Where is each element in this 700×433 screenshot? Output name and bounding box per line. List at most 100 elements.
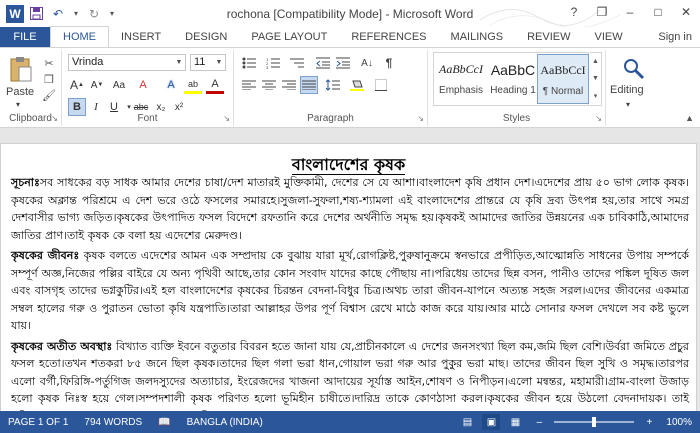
paragraph: সূচনাঃসব সাধকের বড় সাধক আমার দেশের চাষা…: [11, 174, 689, 244]
justify-icon[interactable]: [300, 76, 318, 94]
document-area: বাংলাদেশের কৃষক সূচনাঃসব সাধকের বড় সাধক…: [0, 129, 700, 411]
customize-qat-icon[interactable]: ▾: [106, 4, 118, 24]
tab-references[interactable]: REFERENCES: [339, 27, 438, 48]
paragraph-text: বিখ্যাত ব্যক্তি ইবনে বতুতার বিবরন হতে জা…: [11, 339, 689, 412]
section-lead: সূচনাঃ: [11, 176, 40, 189]
maximize-button[interactable]: □: [644, 0, 672, 24]
align-right-icon[interactable]: [280, 76, 298, 94]
tab-mailings[interactable]: MAILINGS: [439, 27, 516, 48]
read-mode-icon[interactable]: ▤: [458, 414, 476, 430]
format-painter-icon[interactable]: 🖌: [42, 88, 56, 102]
copy-icon[interactable]: ❐: [42, 72, 56, 86]
sign-in-link[interactable]: Sign in: [658, 31, 692, 43]
borders-icon[interactable]: [372, 76, 390, 94]
undo-dropdown-icon[interactable]: ▾: [70, 4, 82, 24]
paste-icon[interactable]: [9, 55, 33, 83]
style-name: Heading 1: [490, 85, 536, 96]
change-case-icon[interactable]: Aa: [110, 76, 128, 94]
shrink-font-icon[interactable]: A ▼: [88, 76, 106, 94]
shading-icon[interactable]: [348, 76, 366, 94]
clipboard-launcher-icon[interactable]: ↘: [51, 114, 58, 123]
zoom-out-button[interactable]: –: [530, 414, 548, 430]
multilevel-list-icon[interactable]: [288, 54, 306, 72]
font-group-label: Font: [137, 113, 158, 124]
style-preview: AaBbC: [490, 62, 536, 78]
tab-home[interactable]: HOME: [50, 26, 109, 48]
collapse-ribbon-icon[interactable]: ▲: [685, 113, 694, 123]
font-launcher-icon[interactable]: ↘: [223, 114, 230, 123]
help-button[interactable]: ?: [560, 0, 588, 24]
tab-view[interactable]: VIEW: [583, 27, 635, 48]
align-center-icon[interactable]: [260, 76, 278, 94]
style-name: ¶ Normal: [542, 86, 584, 97]
paragraph-text: সব সাধকের বড় সাধক আমার দেশের চাষা/দেশ ম…: [11, 176, 689, 242]
zoom-slider-knob[interactable]: [592, 417, 597, 427]
grow-font-icon[interactable]: A ▲: [68, 76, 86, 94]
font-size-combo[interactable]: 11 ▼: [190, 54, 226, 71]
font-size-value: 11: [194, 56, 206, 68]
ribbon-tabs: FILE HOME INSERT DESIGN PAGE LAYOUT REFE…: [0, 26, 700, 48]
clipboard-group: Paste ▾ ✂ ❐ 🖌 Clipboard ↘: [0, 50, 62, 126]
styles-launcher-icon[interactable]: ↘: [595, 114, 602, 123]
quick-access-toolbar: W ↶ ▾ ↻ ▾: [0, 4, 118, 24]
show-formatting-icon[interactable]: ¶: [380, 54, 398, 72]
zoom-in-button[interactable]: +: [640, 414, 658, 430]
zoom-level[interactable]: 100%: [664, 417, 694, 428]
increase-indent-icon[interactable]: [334, 54, 352, 72]
text-effects-icon[interactable]: A: [162, 76, 180, 94]
language[interactable]: BANGLA (INDIA): [179, 417, 271, 428]
paragraph: কৃষকের অতীত অবস্থাঃ বিখ্যাত ব্যক্তি ইবনে…: [11, 338, 689, 412]
style-normal[interactable]: AaBbCcI ¶ Normal: [537, 54, 589, 104]
ribbon-display-options-button[interactable]: ❐: [588, 0, 616, 24]
align-left-icon[interactable]: [240, 76, 258, 94]
paste-dropdown-icon[interactable]: ▾: [16, 100, 20, 109]
decrease-indent-icon[interactable]: [314, 54, 332, 72]
chevron-up-icon[interactable]: ▲: [590, 53, 601, 70]
font-name-combo[interactable]: Vrinda ▼: [68, 54, 186, 71]
proofing-icon[interactable]: 📖: [150, 417, 178, 428]
style-heading-1[interactable]: AaBbC Heading 1: [487, 54, 539, 104]
numbering-icon[interactable]: 123: [264, 54, 282, 72]
chevron-down-icon[interactable]: ▼: [213, 55, 225, 70]
bullets-icon[interactable]: [240, 54, 258, 72]
svg-text:3: 3: [266, 65, 269, 69]
minimize-button[interactable]: –: [616, 0, 644, 24]
more-styles-icon[interactable]: ▾: [590, 88, 601, 105]
status-right: ▤ ▣ ▦ – + 100%: [458, 411, 700, 433]
chevron-down-icon[interactable]: ▼: [590, 70, 601, 87]
styles-gallery: AaBbCcI Emphasis AaBbC Heading 1 AaBbCcI…: [433, 52, 589, 106]
tab-review[interactable]: REVIEW: [515, 27, 582, 48]
document-page[interactable]: বাংলাদেশের কৃষক সূচনাঃসব সাধকের বড় সাধক…: [0, 143, 697, 411]
paste-button[interactable]: Paste: [6, 86, 34, 98]
close-button[interactable]: ✕: [672, 0, 700, 24]
tab-design[interactable]: DESIGN: [173, 27, 239, 48]
editing-dropdown-icon[interactable]: ▾: [626, 100, 630, 109]
styles-scroll: ▲ ▼ ▾: [590, 52, 602, 106]
tab-insert[interactable]: INSERT: [109, 27, 173, 48]
save-icon[interactable]: [26, 4, 46, 24]
clear-formatting-icon[interactable]: A: [134, 76, 152, 94]
cut-icon[interactable]: ✂: [42, 56, 56, 70]
tab-file[interactable]: FILE: [0, 27, 50, 48]
editing-button[interactable]: Editing: [610, 84, 644, 96]
font-color-icon[interactable]: A: [206, 76, 224, 94]
sort-icon[interactable]: A↓: [358, 54, 376, 72]
zoom-slider[interactable]: [554, 417, 635, 427]
redo-icon[interactable]: ↻: [84, 4, 104, 24]
chevron-down-icon[interactable]: ▼: [173, 55, 185, 70]
style-emphasis[interactable]: AaBbCcI Emphasis: [435, 54, 487, 104]
paragraph-group-label: Paragraph: [307, 113, 354, 124]
highlight-icon[interactable]: ab: [184, 76, 202, 94]
find-icon[interactable]: [621, 56, 647, 80]
word-logo-icon[interactable]: W: [6, 4, 24, 23]
paragraph-launcher-icon[interactable]: ↘: [417, 114, 424, 123]
web-layout-icon[interactable]: ▦: [506, 414, 524, 430]
tab-page-layout[interactable]: PAGE LAYOUT: [239, 27, 339, 48]
word-count[interactable]: 794 WORDS: [76, 417, 150, 428]
page-count[interactable]: PAGE 1 OF 1: [0, 417, 76, 428]
line-spacing-icon[interactable]: [324, 76, 342, 94]
print-layout-icon[interactable]: ▣: [482, 414, 501, 430]
paragraph-group: 123 A↓ ¶ Paragraph ↘: [234, 50, 428, 126]
undo-icon[interactable]: ↶: [48, 4, 68, 24]
style-preview: AaBbCcI: [439, 62, 483, 76]
